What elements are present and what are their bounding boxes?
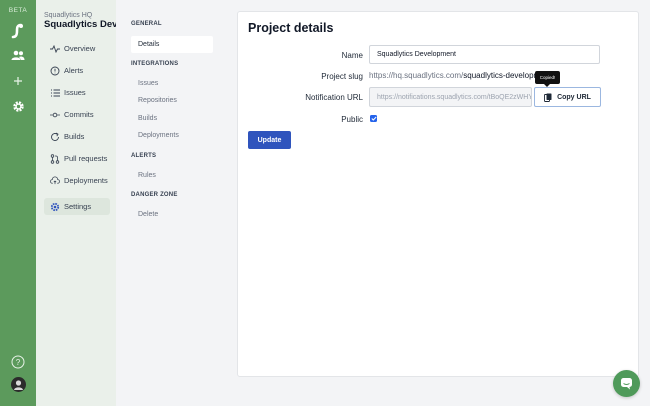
settings-nav-issues[interactable]: Issues xyxy=(138,80,158,87)
slug-label: Project slug xyxy=(321,72,363,81)
pull-request-icon xyxy=(50,153,60,164)
nav-item-commits[interactable]: Commits xyxy=(44,106,110,123)
settings-nav-rules[interactable]: Rules xyxy=(138,172,156,179)
nav-item-label: Pull requests xyxy=(64,154,108,163)
app-rail: BETA ? xyxy=(0,0,36,406)
nav-item-settings[interactable]: Settings xyxy=(44,198,110,215)
nav-item-label: Overview xyxy=(64,44,96,53)
avatar[interactable] xyxy=(8,374,28,394)
nav-item-label: Alerts xyxy=(64,66,84,75)
nav-item-label: Commits xyxy=(64,110,94,119)
svg-text:?: ? xyxy=(16,358,21,367)
chat-icon xyxy=(621,378,632,390)
chat-launcher-button[interactable] xyxy=(613,370,640,397)
logo-icon[interactable] xyxy=(8,21,28,41)
notification-url-input[interactable]: https://notifications.squadlytics.com/tB… xyxy=(369,87,532,107)
page-title: Project details xyxy=(248,21,334,35)
notification-url-label: Notification URL xyxy=(305,93,363,102)
refresh-icon xyxy=(50,132,60,142)
nav-item-label: Deployments xyxy=(64,176,108,185)
project-sidebar: Squadlytics HQ Squadlytics Devel… Overvi… xyxy=(36,0,135,406)
copy-url-button[interactable]: Copy URL xyxy=(534,87,601,107)
nav-item-label: Issues xyxy=(64,88,86,97)
commit-icon xyxy=(50,110,60,120)
name-label: Name xyxy=(341,51,363,60)
public-label: Public xyxy=(341,115,363,124)
nav-item-overview[interactable]: Overview xyxy=(44,40,110,57)
org-name[interactable]: Squadlytics HQ xyxy=(44,12,92,19)
settings-nav-repositories[interactable]: Repositories xyxy=(138,97,177,104)
slug-field[interactable]: https://hq.squadlytics.com/squadlytics-d… xyxy=(369,71,536,80)
nav-item-pull-requests[interactable]: Pull requests xyxy=(44,150,110,167)
project-details-card xyxy=(237,11,639,377)
clipboard-icon xyxy=(544,93,552,102)
alert-circle-icon xyxy=(50,66,60,76)
section-heading-danger-zone: DANGER ZONE xyxy=(131,192,178,198)
gear-icon[interactable] xyxy=(8,96,28,116)
settings-nav-delete[interactable]: Delete xyxy=(138,211,158,218)
users-icon[interactable] xyxy=(8,45,28,65)
settings-nav-details[interactable]: Details xyxy=(131,36,213,53)
name-input[interactable]: Squadlytics Development xyxy=(369,45,600,64)
copy-url-label: Copy URL xyxy=(557,93,591,101)
nav-item-deployments[interactable]: Deployments xyxy=(44,172,110,189)
nav-item-issues[interactable]: Issues xyxy=(44,84,110,101)
list-icon xyxy=(50,88,60,98)
section-heading-integrations: INTEGRATIONS xyxy=(131,61,179,67)
settings-nav: GENERAL Details INTEGRATIONS Issues Repo… xyxy=(116,0,222,406)
settings-nav-builds[interactable]: Builds xyxy=(138,115,157,122)
settings-nav-deployments[interactable]: Deployments xyxy=(138,132,179,139)
update-button[interactable]: Update xyxy=(248,131,291,149)
nav-item-label: Settings xyxy=(64,202,92,211)
pulse-icon xyxy=(50,44,60,54)
section-heading-general: GENERAL xyxy=(131,21,162,27)
plus-icon[interactable] xyxy=(8,71,28,91)
slug-value: squadlytics-development xyxy=(463,71,536,80)
gear-icon xyxy=(50,202,60,212)
section-heading-alerts: ALERTS xyxy=(131,153,157,159)
nav-item-label: Builds xyxy=(64,132,85,141)
cloud-upload-icon xyxy=(50,176,60,186)
help-icon[interactable]: ? xyxy=(8,352,28,372)
nav-item-alerts[interactable]: Alerts xyxy=(44,62,110,79)
copied-tooltip: Copied! xyxy=(535,71,560,84)
public-checkbox[interactable] xyxy=(370,115,377,122)
beta-badge: BETA xyxy=(8,7,28,14)
nav-item-builds[interactable]: Builds xyxy=(44,128,110,145)
slug-prefix: https://hq.squadlytics.com/ xyxy=(369,71,464,80)
